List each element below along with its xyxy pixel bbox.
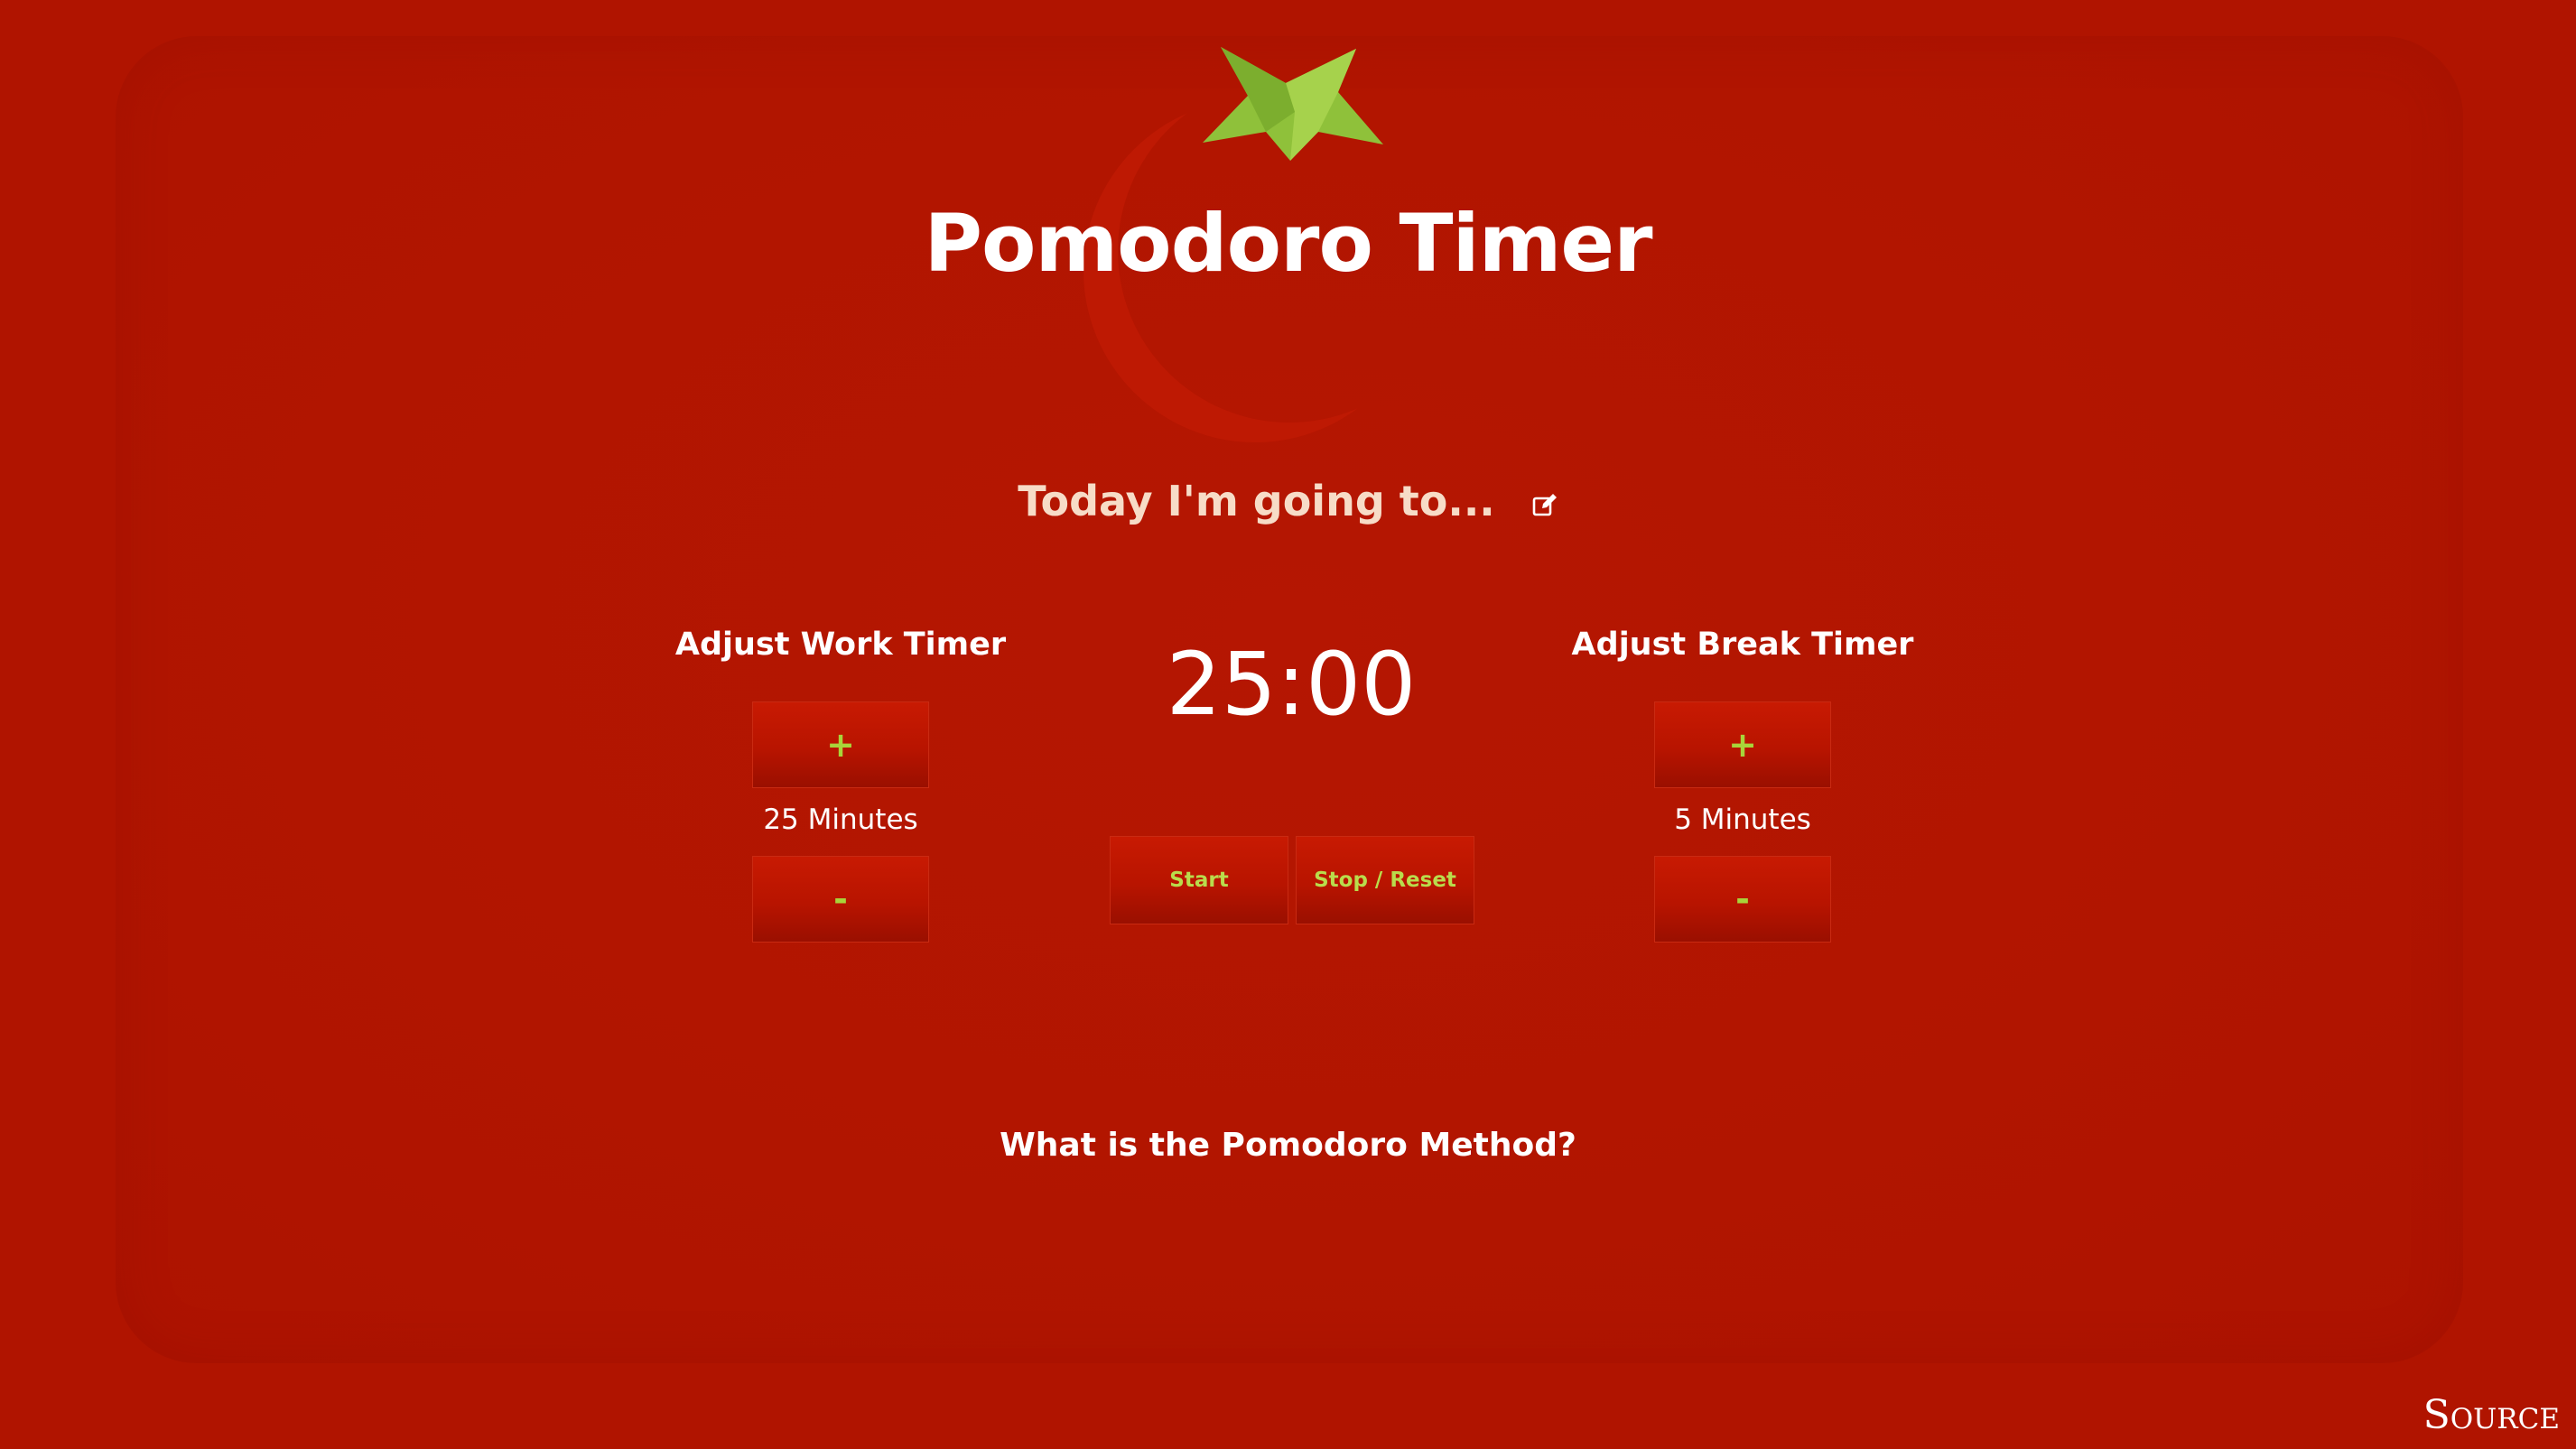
task-prompt-row: Today I'm going to... (0, 477, 2576, 525)
work-timer-increase-button[interactable]: + (752, 701, 929, 788)
stop-reset-button[interactable]: Stop / Reset (1296, 836, 1474, 924)
work-timer-decrease-button[interactable]: - (752, 856, 929, 943)
work-timer-value: 25 Minutes (763, 803, 918, 836)
tomato-leaf-icon (1203, 47, 1383, 161)
break-timer-value: 5 Minutes (1674, 803, 1811, 836)
page-title: Pomodoro Timer (924, 197, 1652, 290)
timer-display: 25:00 (1166, 634, 1417, 735)
break-timer-decrease-button[interactable]: - (1654, 856, 1831, 943)
pomodoro-method-link[interactable]: What is the Pomodoro Method? (0, 1127, 2576, 1164)
work-timer-heading: Adjust Work Timer (674, 627, 1007, 663)
break-timer-heading: Adjust Break Timer (1571, 627, 1914, 663)
source-link[interactable]: Source (2423, 1392, 2560, 1438)
break-timer-increase-button[interactable]: + (1654, 701, 1831, 788)
edit-icon[interactable] (1531, 491, 1558, 518)
start-button[interactable]: Start (1110, 836, 1288, 924)
task-prompt[interactable]: Today I'm going to... (1018, 477, 1495, 525)
